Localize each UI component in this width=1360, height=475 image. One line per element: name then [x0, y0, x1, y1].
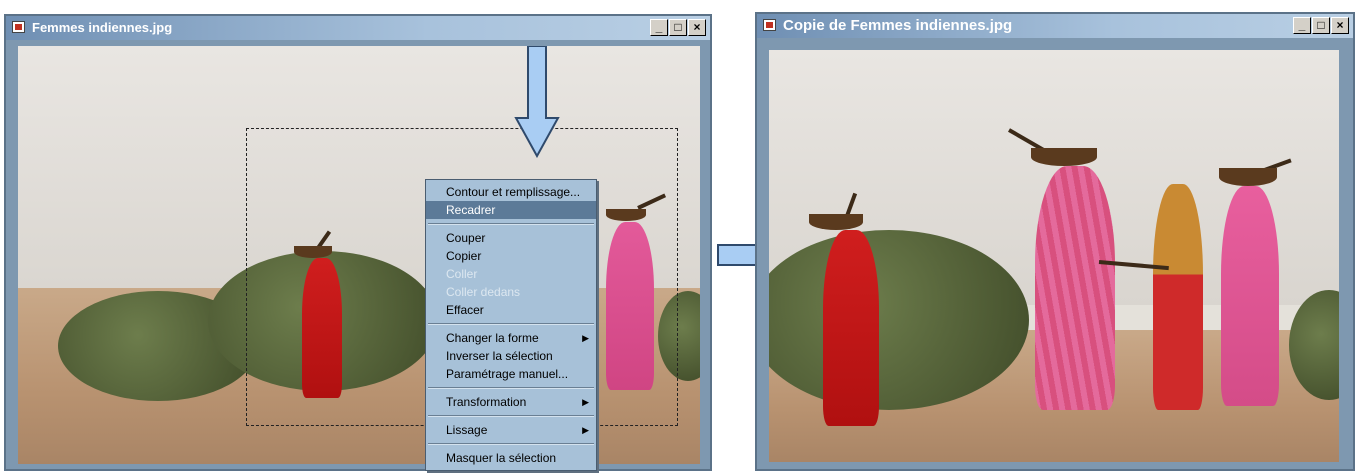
menu-item-contour-et-remplissage[interactable]: Contour et remplissage... [426, 183, 596, 201]
menu-item-effacer[interactable]: Effacer [426, 301, 596, 319]
left-window-title: Femmes indiennes.jpg [32, 20, 173, 35]
menu-item-transformation[interactable]: Transformation ▶ [426, 393, 596, 411]
submenu-arrow-icon: ▶ [582, 397, 589, 407]
menu-item-copier[interactable]: Copier [426, 247, 596, 265]
menu-item-lissage[interactable]: Lissage ▶ [426, 421, 596, 439]
menu-item-label: Transformation [446, 395, 527, 409]
left-window-titlebar[interactable]: Femmes indiennes.jpg _ □ × [6, 16, 710, 40]
left-photo-canvas[interactable] [18, 46, 700, 464]
minimize-button[interactable]: _ [1293, 17, 1311, 34]
image-file-icon [12, 21, 25, 33]
menu-item-label: Changer la forme [446, 331, 539, 345]
image-file-icon [763, 19, 776, 31]
menu-item-parametrage-manuel[interactable]: Paramétrage manuel... [426, 365, 596, 383]
menu-item-recadrer[interactable]: Recadrer [426, 201, 596, 219]
menu-item-coller: Coller [446, 267, 478, 281]
right-photo-canvas[interactable] [769, 50, 1339, 462]
photo-girl-ochre [1153, 184, 1203, 410]
context-menu: Contour et remplissage... Recadrer Coupe… [425, 179, 597, 471]
photo-woman-pink-striped [1035, 166, 1115, 410]
right-image-window: Copie de Femmes indiennes.jpg _ □ × [755, 12, 1355, 471]
menu-item-inverser-la-selection[interactable]: Inverser la sélection [426, 347, 596, 365]
photo-basket [809, 214, 863, 230]
menu-separator [428, 223, 594, 225]
menu-separator [428, 443, 594, 445]
photo-woman-pink [1221, 186, 1279, 406]
menu-item-masquer-la-selection[interactable]: Masquer la sélection [426, 449, 596, 467]
menu-separator [428, 323, 594, 325]
menu-item-couper[interactable]: Couper [426, 229, 596, 247]
menu-item-changer-la-forme[interactable]: Changer la forme ▶ [426, 329, 596, 347]
submenu-arrow-icon: ▶ [582, 425, 589, 435]
maximize-button[interactable]: □ [669, 19, 687, 36]
menu-item-label: Lissage [446, 423, 488, 437]
right-window-title: Copie de Femmes indiennes.jpg [783, 17, 1013, 34]
down-arrow-icon [514, 46, 560, 158]
left-image-window: Femmes indiennes.jpg _ □ × [4, 14, 712, 471]
photo-woman-red [823, 230, 879, 426]
minimize-button[interactable]: _ [650, 19, 668, 36]
menu-separator [428, 387, 594, 389]
menu-item-coller-dedans: Coller dedans [446, 285, 521, 299]
photo-basket [1219, 168, 1277, 186]
right-window-titlebar[interactable]: Copie de Femmes indiennes.jpg _ □ × [757, 14, 1353, 38]
photo-basket [1031, 148, 1097, 166]
close-button[interactable]: × [688, 19, 706, 36]
menu-separator [428, 415, 594, 417]
maximize-button[interactable]: □ [1312, 17, 1330, 34]
close-button[interactable]: × [1331, 17, 1349, 34]
submenu-arrow-icon: ▶ [582, 333, 589, 343]
